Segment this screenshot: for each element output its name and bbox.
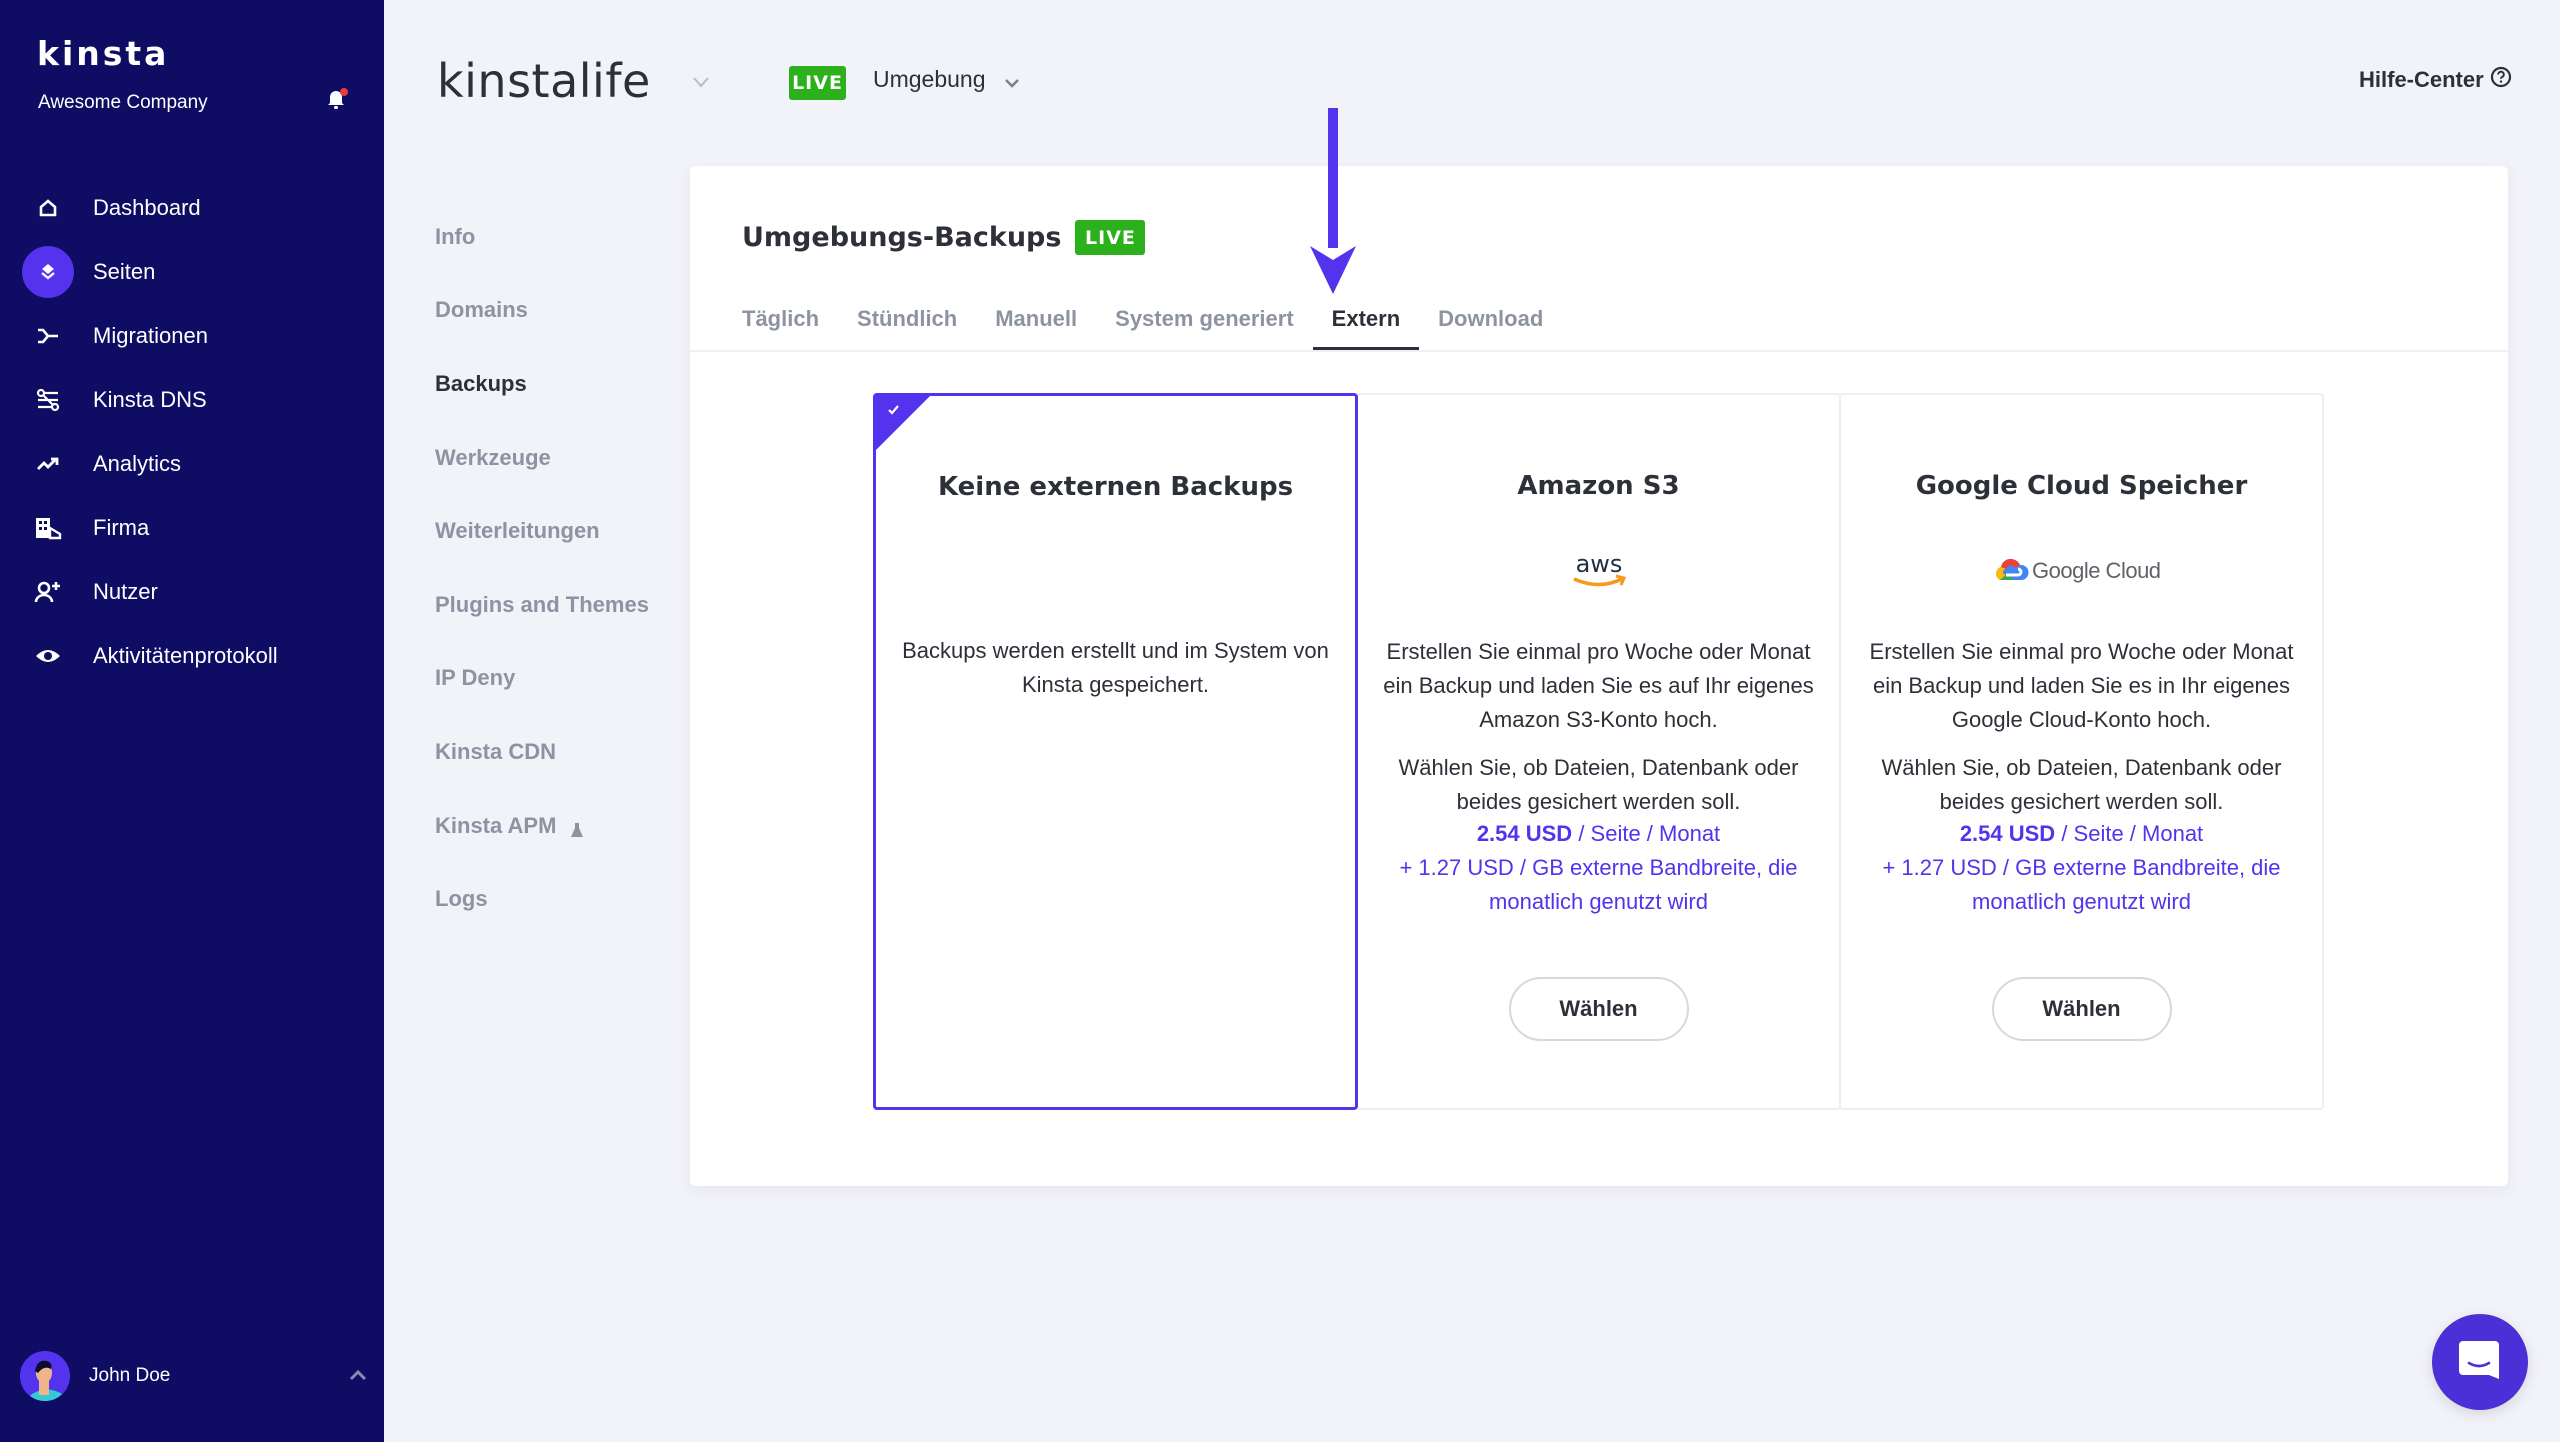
tab-stuendlich[interactable]: Stündlich	[838, 302, 976, 350]
tabs-divider	[690, 350, 2508, 352]
subnav-item-ip-deny[interactable]: IP Deny	[435, 642, 649, 716]
question-circle-icon	[2490, 66, 2512, 94]
sidebar-item-nutzer[interactable]: Nutzer	[0, 560, 384, 624]
backups-panel: Umgebungs-Backups LIVE Täglich Stündlich…	[690, 166, 2508, 1186]
sidebar-item-dashboard[interactable]: Dashboard	[0, 176, 384, 240]
flask-icon	[570, 818, 584, 837]
subnav-item-kinsta-apm[interactable]: Kinsta APM	[435, 789, 649, 863]
google-cloud-logo-text: Google Cloud	[2032, 558, 2161, 583]
sidebar-item-kinsta-dns[interactable]: Kinsta DNS	[0, 368, 384, 432]
site-switcher-chevron-icon[interactable]	[690, 72, 712, 92]
sidebar-item-label: Seiten	[93, 259, 156, 284]
site-subnav: Info Domains Backups Werkzeuge Weiterlei…	[435, 200, 649, 936]
sidebar: kinsta Awesome Company Dashboard Seiten …	[0, 0, 384, 1442]
aws-logo-text: aws	[1575, 550, 1622, 578]
backup-tabs: Täglich Stündlich Manuell System generie…	[742, 302, 1562, 350]
subnav-item-logs[interactable]: Logs	[435, 862, 649, 936]
migration-icon	[22, 310, 74, 362]
sidebar-item-label: Analytics	[93, 451, 182, 476]
main-nav: Dashboard Seiten Migrationen Kinsta DNS …	[0, 176, 384, 688]
live-badge: LIVE	[1075, 220, 1146, 255]
chevron-up-icon[interactable]	[346, 1364, 370, 1388]
subnav-item-label: Kinsta APM	[435, 812, 557, 838]
dns-icon	[22, 374, 74, 426]
price-amount: 2.54 USD	[1476, 821, 1573, 846]
tab-system-generiert[interactable]: System generiert	[1096, 302, 1313, 350]
subnav-item-kinsta-cdn[interactable]: Kinsta CDN	[435, 715, 649, 789]
subnav-item-plugins-themes[interactable]: Plugins and Themes	[435, 568, 649, 642]
subnav-item-werkzeuge[interactable]: Werkzeuge	[435, 421, 649, 495]
checkmark-icon	[886, 402, 902, 418]
annotation-arrow-icon	[1308, 108, 1358, 298]
sidebar-item-firma[interactable]: Firma	[0, 496, 384, 560]
tab-manuell[interactable]: Manuell	[976, 302, 1096, 350]
price-info: 2.54 USD / Seite / Monat + 1.27 USD / GB…	[1861, 817, 2302, 919]
price-amount: 2.54 USD	[1959, 821, 2056, 846]
eye-icon	[22, 630, 74, 682]
avatar	[20, 1351, 70, 1401]
env-chevron-down-icon[interactable]	[1002, 74, 1022, 92]
layers-icon	[22, 246, 74, 298]
home-icon	[22, 182, 74, 234]
sidebar-item-label: Firma	[93, 515, 150, 540]
price-unit: / Seite / Monat	[1572, 821, 1721, 846]
option-card-amazon-s3: Amazon S3 aws Erstellen Sie einmal pro W…	[1356, 393, 1841, 1110]
chat-bubble-icon	[2457, 1337, 2503, 1388]
option-card-google-cloud: Google Cloud Speicher Google Cloud Erste…	[1839, 393, 2324, 1110]
choose-google-cloud-button[interactable]: Wählen	[1991, 977, 2172, 1041]
subnav-item-weiterleitungen[interactable]: Weiterleitungen	[435, 494, 649, 568]
aws-logo-icon: aws	[1358, 545, 1839, 595]
trending-up-icon	[22, 438, 74, 490]
card-description-secondary: Wählen Sie, ob Dateien, Datenbank oder b…	[1881, 755, 2282, 814]
chat-support-button[interactable]	[2432, 1314, 2528, 1410]
panel-title: Umgebungs-Backups LIVE	[742, 220, 1146, 255]
price-extra: + 1.27 USD / GB externe Bandbreite, die …	[1399, 855, 1798, 914]
tab-download[interactable]: Download	[1419, 302, 1562, 350]
sidebar-item-label: Aktivitätenprotokoll	[93, 643, 278, 668]
env-live-badge: LIVE	[789, 66, 846, 100]
google-cloud-logo-icon: Google Cloud	[1841, 545, 2322, 595]
sidebar-item-analytics[interactable]: Analytics	[0, 432, 384, 496]
card-title: Keine externen Backups	[937, 472, 1294, 502]
env-selector[interactable]: Umgebung	[873, 66, 986, 93]
sidebar-item-label: Kinsta DNS	[93, 387, 207, 412]
tab-taeglich[interactable]: Täglich	[742, 302, 838, 350]
building-icon	[22, 502, 74, 554]
card-description: Erstellen Sie einmal pro Woche oder Mona…	[1869, 639, 2294, 732]
subnav-item-info[interactable]: Info	[435, 200, 649, 274]
card-description-secondary: Wählen Sie, ob Dateien, Datenbank oder b…	[1398, 755, 1799, 814]
notification-bell-icon[interactable]	[323, 86, 349, 112]
sidebar-item-seiten[interactable]: Seiten	[0, 240, 384, 304]
panel-title-text: Umgebungs-Backups	[742, 222, 1062, 253]
option-card-none[interactable]: Keine externen Backups Backups werden er…	[873, 393, 1358, 1110]
tab-extern[interactable]: Extern	[1312, 302, 1420, 350]
user-add-icon	[22, 566, 74, 618]
card-title: Google Cloud Speicher	[1915, 471, 2248, 501]
user-name: John Doe	[89, 1365, 171, 1386]
card-title: Amazon S3	[1517, 471, 1680, 501]
sidebar-item-label: Nutzer	[93, 579, 158, 604]
company-name[interactable]: Awesome Company	[38, 92, 208, 114]
sidebar-item-aktivitaetenprotokoll[interactable]: Aktivitätenprotokoll	[0, 624, 384, 688]
help-center-label: Hilfe-Center	[2359, 67, 2484, 92]
card-description: Erstellen Sie einmal pro Woche oder Mona…	[1383, 639, 1814, 732]
price-unit: / Seite / Monat	[2055, 821, 2204, 846]
price-info: 2.54 USD / Seite / Monat + 1.27 USD / GB…	[1378, 817, 1819, 919]
kinsta-logo[interactable]: kinsta	[37, 34, 169, 73]
sidebar-item-migrationen[interactable]: Migrationen	[0, 304, 384, 368]
subnav-item-backups[interactable]: Backups	[435, 347, 649, 421]
sidebar-item-label: Migrationen	[93, 323, 208, 348]
help-center-link[interactable]: Hilfe-Center	[2359, 66, 2512, 94]
external-backup-options: Keine externen Backups Backups werden er…	[873, 393, 2324, 1110]
card-description: Backups werden erstellt und im System vo…	[902, 638, 1329, 697]
site-name: kinstalife	[437, 54, 651, 108]
selected-corner	[875, 395, 931, 451]
subnav-item-domains[interactable]: Domains	[435, 274, 649, 348]
user-menu[interactable]: John Doe	[20, 1350, 370, 1402]
sidebar-item-label: Dashboard	[93, 195, 201, 220]
price-extra: + 1.27 USD / GB externe Bandbreite, die …	[1882, 855, 2281, 914]
choose-amazon-s3-button[interactable]: Wählen	[1508, 977, 1689, 1041]
